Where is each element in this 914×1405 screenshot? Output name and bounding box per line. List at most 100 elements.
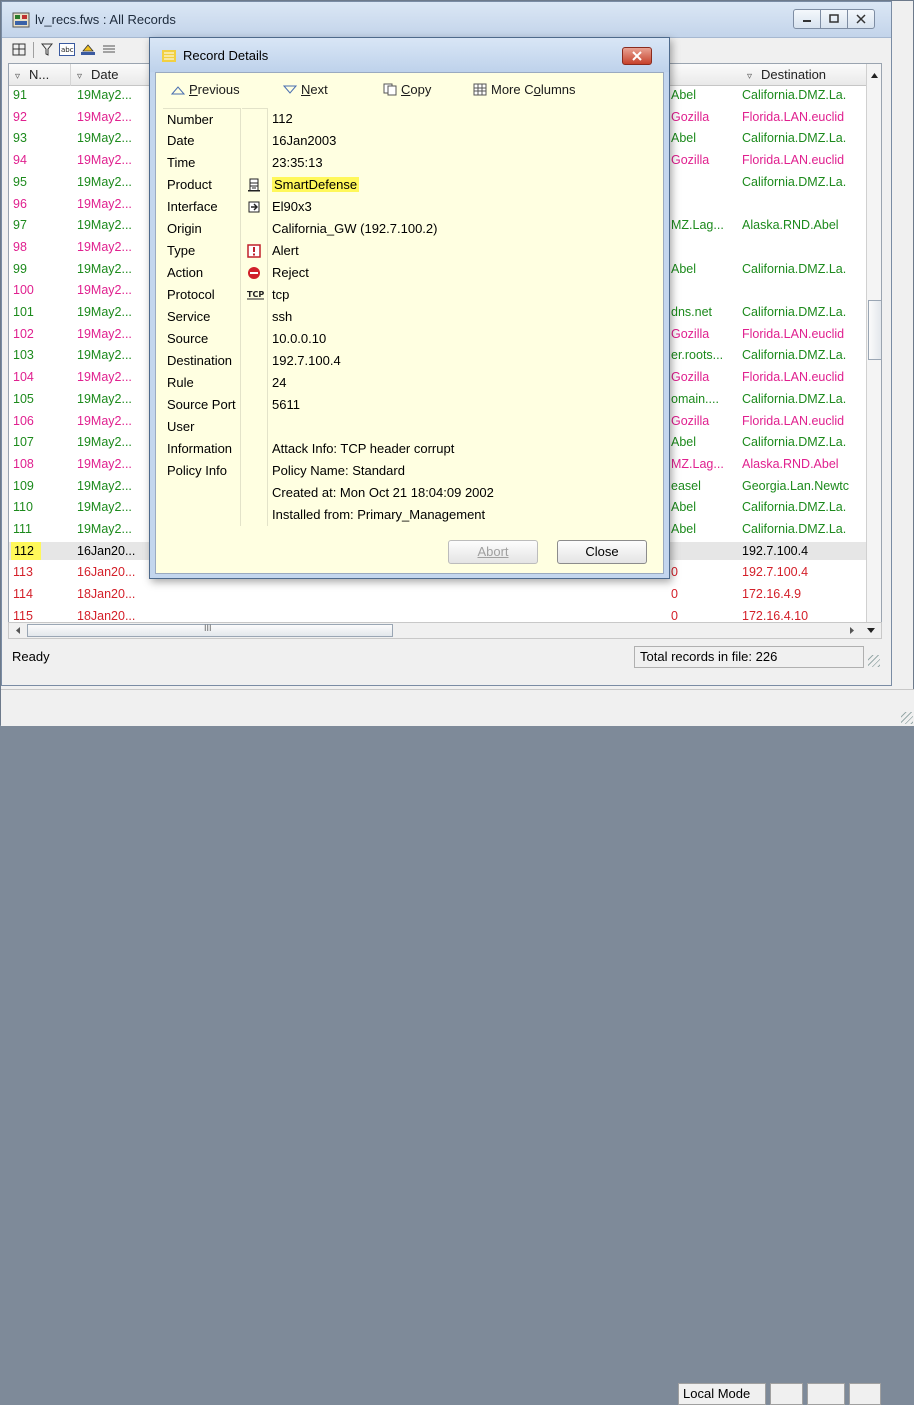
funnel-icon (41, 43, 53, 56)
row-number: 99 (13, 261, 27, 276)
interface-icon (242, 196, 268, 218)
field-value: ssh (272, 309, 293, 324)
row-number: 100 (13, 283, 34, 298)
horizontal-scroll-thumb[interactable]: III (27, 623, 393, 637)
row-number: 104 (13, 370, 34, 385)
row-date: 19May2... (77, 196, 132, 211)
row-number: 114 (13, 587, 33, 602)
row-date: 16Jan20... (77, 565, 136, 580)
resize-grip[interactable] (868, 655, 880, 667)
field-row: Information Attack Info: TCP header corru… (160, 438, 657, 460)
row-source: Gozilla (671, 153, 710, 168)
maximize-button[interactable] (820, 9, 848, 29)
close-icon (632, 51, 642, 61)
field-label: Origin (163, 218, 241, 240)
column-header-destination[interactable]: ▿ Destination (733, 64, 867, 86)
vertical-scrollbar[interactable] (866, 64, 882, 622)
field-label: Action (163, 262, 241, 284)
status-bar: Ready Total records in file: 226 (8, 645, 882, 669)
reject-icon (242, 262, 268, 284)
row-date: 18Jan20... (77, 608, 136, 623)
abc-icon: abc (59, 43, 75, 56)
row-date: 19May2... (77, 435, 132, 450)
dialog-titlebar[interactable]: Record Details (150, 38, 669, 72)
triangle-down-icon (282, 85, 298, 94)
status-pane (849, 1383, 881, 1405)
field-row: Origin California_GW (192.7.100.2) (160, 218, 657, 240)
row-destination: California.DMZ.La. (742, 305, 847, 319)
field-row: Number 112 (160, 108, 657, 130)
row-date: 19May2... (77, 500, 132, 515)
row-date: 19May2... (77, 326, 132, 341)
list-view-button[interactable] (100, 41, 118, 58)
horizontal-scrollbar[interactable]: III (8, 622, 882, 639)
row-source: Abel (671, 131, 697, 146)
row-number: 97 (13, 218, 27, 233)
row-number: 106 (13, 413, 34, 428)
highlight-button[interactable] (79, 41, 97, 58)
row-number: 112 (11, 541, 41, 560)
row-date: 19May2... (77, 522, 132, 536)
triangle-up-icon (170, 86, 186, 95)
field-value: Alert (272, 243, 299, 258)
table-row[interactable]: 114 18Jan20... 0 172.16.4.9 (9, 585, 881, 603)
field-value: California_GW (192.7.100.2) (272, 221, 438, 236)
next-button[interactable]: Next (282, 82, 328, 97)
column-filter-icon[interactable]: ▿ (77, 66, 87, 86)
row-destination: Florida.LAN.euclid (742, 326, 845, 341)
row-date: 19May2... (77, 478, 132, 493)
field-row: Created at: Mon Oct 21 18:04:09 2002 (160, 482, 657, 504)
row-date: 19May2... (77, 218, 132, 233)
field-label: Destination (163, 350, 241, 372)
column-header-number[interactable]: ▿ N... (9, 64, 71, 86)
close-dialog-button[interactable]: Close (557, 540, 647, 564)
columns-icon (473, 83, 487, 96)
row-number: 115 (13, 608, 33, 623)
scroll-left-icon[interactable] (11, 623, 25, 638)
row-source: Abel (671, 88, 697, 102)
scroll-down-icon[interactable] (864, 623, 878, 638)
close-button[interactable] (847, 9, 875, 29)
row-number: 110 (13, 500, 33, 515)
svg-text:abc: abc (61, 46, 74, 54)
row-destination: California.DMZ.La. (742, 88, 847, 102)
records-window-titlebar[interactable]: lv_recs.fws : All Records (2, 2, 891, 38)
field-icon-cell (242, 350, 268, 372)
record-details-dialog: Record Details Previous Next Copy More C… (149, 37, 670, 579)
scroll-up-icon[interactable] (867, 68, 882, 82)
field-row: Protocol TCP tcp (160, 284, 657, 306)
alert-icon (242, 240, 268, 262)
field-label (163, 482, 241, 504)
column-filter-icon[interactable]: ▿ (15, 66, 25, 86)
minimize-button[interactable] (793, 9, 821, 29)
layout-button[interactable] (10, 41, 28, 58)
row-source: MZ.Lag... (671, 218, 724, 233)
vertical-scroll-thumb[interactable] (868, 300, 881, 360)
abort-button[interactable]: Abort (448, 540, 538, 564)
dialog-close-button[interactable] (622, 47, 652, 65)
row-source: Abel (671, 435, 697, 450)
filter-button[interactable] (38, 41, 56, 58)
scroll-right-icon[interactable] (845, 623, 859, 638)
resize-grip[interactable] (901, 712, 913, 724)
column-filter-icon[interactable]: ▿ (747, 66, 757, 86)
field-row: Rule 24 (160, 372, 657, 394)
previous-button[interactable]: Previous (170, 82, 240, 97)
column-header-date[interactable]: ▿ Date (71, 64, 159, 86)
field-row: Type Alert (160, 240, 657, 262)
row-number: 107 (13, 435, 34, 450)
firewall-icon (242, 174, 268, 196)
copy-button[interactable]: Copy (383, 82, 431, 97)
more-columns-button[interactable]: More Columns (473, 82, 576, 97)
field-icon-cell (242, 306, 268, 328)
row-number: 113 (13, 565, 33, 580)
field-icon-cell (242, 394, 268, 416)
field-row: Source 10.0.0.10 (160, 328, 657, 350)
field-label: Time (163, 152, 241, 174)
field-label: Source (163, 328, 241, 350)
table-row[interactable]: 115 18Jan20... 0 172.16.4.10 (9, 607, 881, 623)
row-number: 109 (13, 478, 34, 493)
row-date: 19May2... (77, 456, 132, 471)
find-text-button[interactable]: abc (58, 41, 76, 58)
row-destination: Florida.LAN.euclid (742, 109, 845, 124)
